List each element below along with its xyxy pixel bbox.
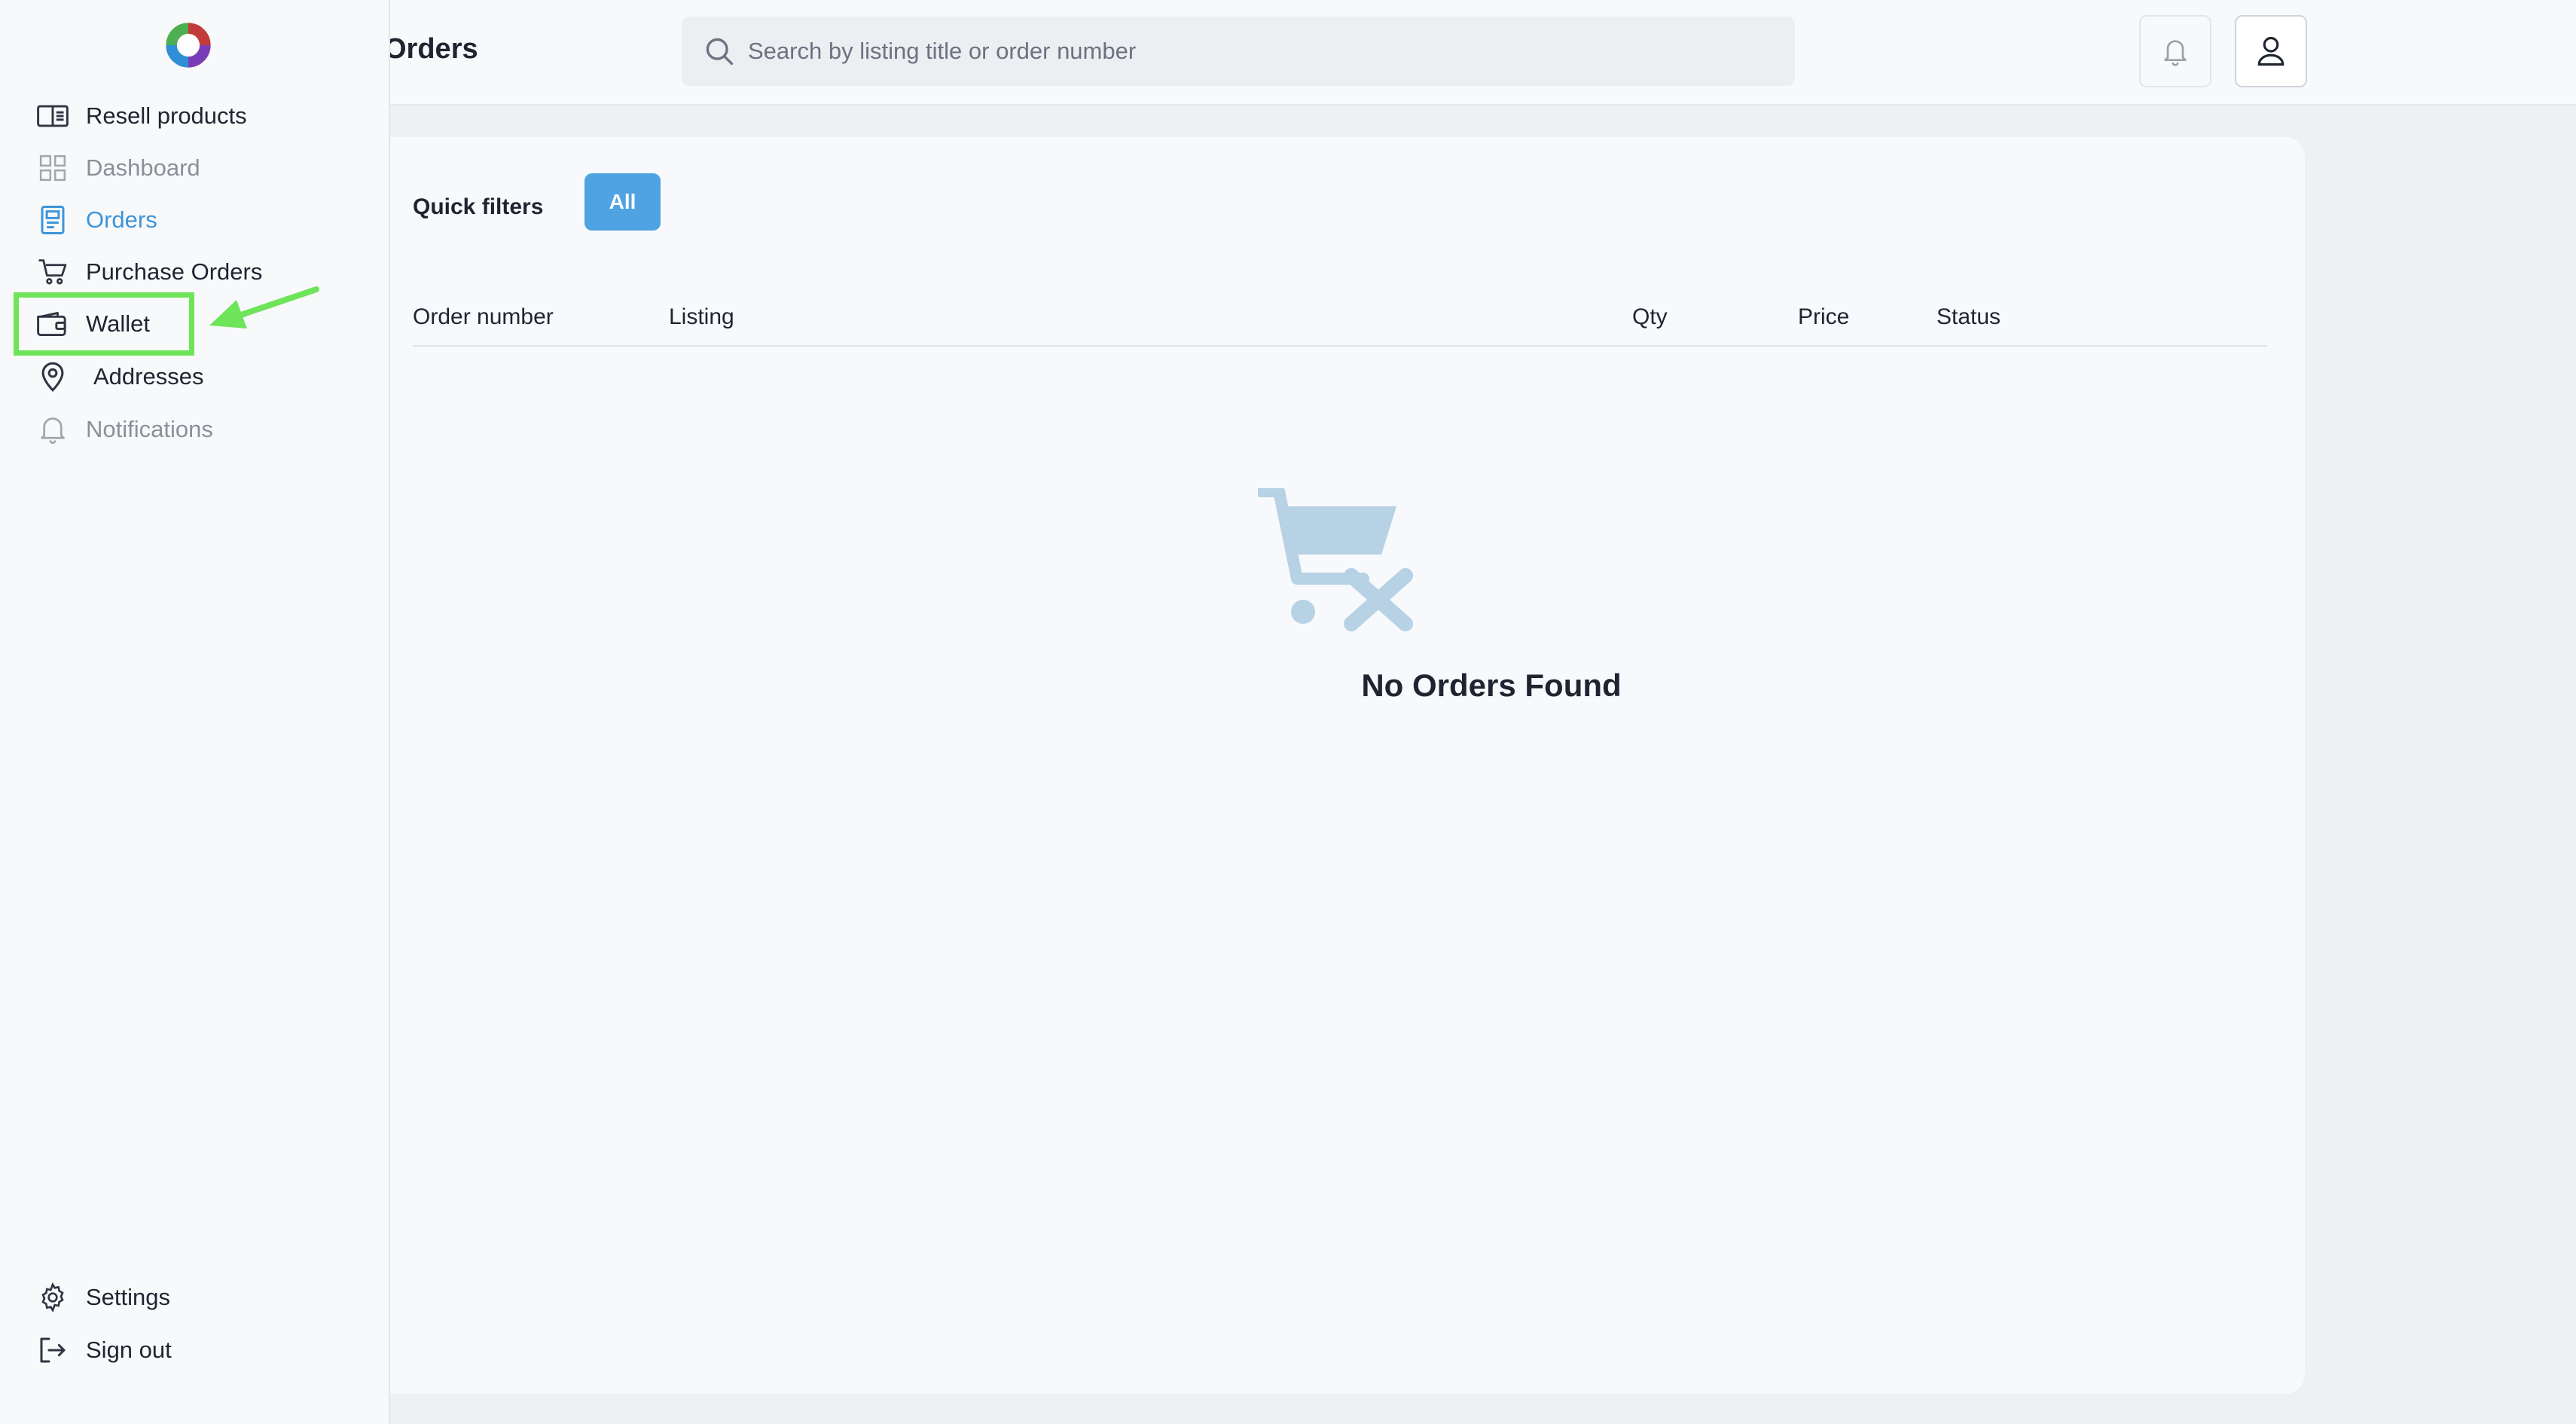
empty-state-message: No Orders Found (1361, 668, 1622, 703)
sidebar-item-dashboard[interactable]: Dashboard (36, 147, 200, 189)
cart-icon (36, 255, 69, 289)
annotation-highlight-box (14, 292, 194, 356)
sidebar-item-label: Settings (86, 1284, 171, 1310)
sidebar-item-orders[interactable]: Orders (36, 199, 157, 241)
search-input[interactable] (748, 17, 1772, 86)
sidebar-item-label: Sign out (86, 1337, 172, 1363)
sidebar-item-label: Addresses (93, 363, 204, 390)
app-logo (166, 23, 211, 68)
sidebar-item-label: Resell products (86, 102, 247, 129)
sidebar-item-addresses[interactable]: Addresses (36, 356, 203, 398)
order-doc-icon (36, 203, 69, 237)
orders-panel (354, 137, 2305, 1394)
location-pin-icon (36, 360, 69, 393)
empty-cart-icon (1258, 488, 1413, 631)
bell-icon (36, 413, 69, 446)
search-icon (706, 38, 734, 66)
sidebar-item-label: Notifications (86, 416, 213, 442)
column-header-price[interactable]: Price (1798, 304, 1849, 330)
sidebar-item-notifications[interactable]: Notifications (36, 408, 213, 451)
sign-out-icon (36, 1334, 69, 1367)
gear-icon (36, 1281, 69, 1314)
column-header-qty[interactable]: Qty (1632, 304, 1668, 330)
sidebar-item-resell-products[interactable]: Resell products (36, 95, 247, 137)
bell-icon (2164, 40, 2187, 66)
user-icon (2257, 36, 2285, 66)
sidebar-item-label: Purchase Orders (86, 258, 263, 285)
catalog-icon (36, 99, 69, 133)
page-title: Orders (384, 33, 478, 65)
table-header-divider (413, 345, 2267, 347)
sidebar-item-label: Dashboard (86, 154, 200, 181)
column-header-order-number[interactable]: Order number (413, 304, 554, 330)
sidebar: Resell products Dashboard Orders Purchas… (0, 0, 390, 1424)
sign-out-button[interactable]: Sign out (36, 1329, 172, 1371)
filter-chip-all[interactable]: All (584, 173, 661, 231)
column-header-status[interactable]: Status (1937, 304, 2001, 330)
grid-icon (36, 151, 69, 185)
search-bar[interactable] (682, 17, 1795, 86)
quick-filters-label: Quick filters (413, 194, 544, 219)
notifications-button[interactable] (2139, 15, 2211, 87)
column-header-listing[interactable]: Listing (669, 304, 734, 330)
user-account-button[interactable] (2235, 15, 2307, 87)
sidebar-item-label: Orders (86, 206, 157, 233)
sidebar-item-settings[interactable]: Settings (36, 1276, 170, 1319)
annotation-arrow-icon (209, 286, 319, 328)
